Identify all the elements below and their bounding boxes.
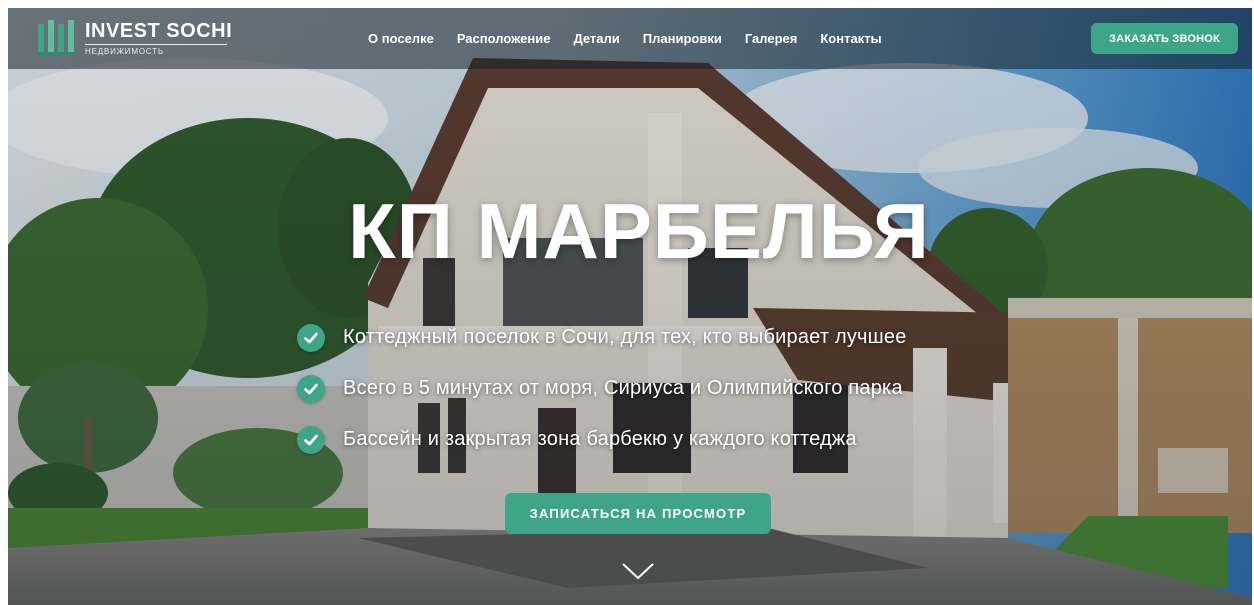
check-circle-icon (297, 425, 325, 454)
feature-item: Коттеджный поселок в Сочи, для тех, кто … (297, 312, 907, 363)
site-header: INVEST SOCHI НЕДВИЖИМОСТЬ О поселке Расп… (8, 8, 1252, 69)
main-nav: О поселке Расположение Детали Планировки… (368, 8, 905, 69)
nav-item-location[interactable]: Расположение (457, 31, 551, 46)
feature-text: Бассейн и закрытая зона барбекю у каждог… (343, 428, 857, 450)
check-circle-icon (297, 374, 325, 403)
nav-item-gallery[interactable]: Галерея (745, 31, 798, 46)
feature-text: Коттеджный поселок в Сочи, для тех, кто … (343, 326, 907, 348)
check-circle-icon (297, 323, 325, 352)
nav-item-contacts[interactable]: Контакты (820, 31, 881, 46)
page-frame: INVEST SOCHI НЕДВИЖИМОСТЬ О поселке Расп… (8, 8, 1252, 605)
feature-item: Всего в 5 минутах от моря, Сириуса и Оли… (297, 363, 907, 414)
hero-title: КП МАРБЕЛЬЯ (348, 187, 930, 275)
logo-bars-icon (38, 20, 74, 55)
nav-item-plans[interactable]: Планировки (643, 31, 722, 46)
request-callback-button[interactable]: ЗАКАЗАТЬ ЗВОНОК (1091, 23, 1238, 54)
nav-item-about[interactable]: О поселке (368, 31, 434, 46)
brand-name: INVEST SOCHI (85, 20, 233, 42)
brand-subtitle: НЕДВИЖИМОСТЬ (85, 47, 164, 56)
feature-list: Коттеджный поселок в Сочи, для тех, кто … (297, 312, 907, 465)
feature-item: Бассейн и закрытая зона барбекю у каждог… (297, 414, 907, 465)
book-viewing-button[interactable]: ЗАПИСАТЬСЯ НА ПРОСМОТР (505, 493, 771, 534)
logo-divider (85, 44, 227, 45)
chevron-down-icon[interactable] (621, 561, 655, 581)
brand-logo[interactable]: INVEST SOCHI НЕДВИЖИМОСТЬ (37, 16, 232, 60)
feature-text: Всего в 5 минутах от моря, Сириуса и Оли… (343, 377, 903, 399)
nav-item-details[interactable]: Детали (573, 31, 619, 46)
